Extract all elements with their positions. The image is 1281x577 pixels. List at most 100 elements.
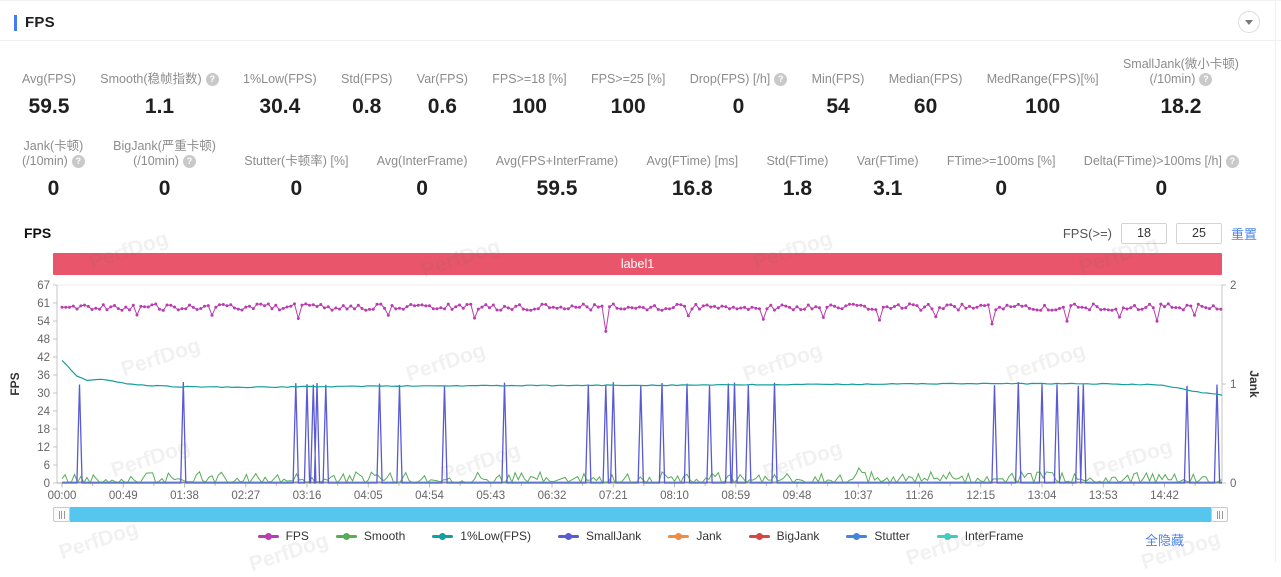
legend-item-smalljank[interactable]: SmallJank [558,529,641,543]
stat-value: 60 [914,95,937,119]
stat-label-text: 1%Low(FPS) [243,72,317,87]
hide-all-link[interactable]: 全隐藏 [1145,530,1184,549]
stat-label: Avg(FTime) [ms] [646,154,738,169]
series-smalljank [62,382,1222,483]
legend-item-interframe[interactable]: InterFrame [937,529,1024,543]
fps-data-point [1002,308,1005,311]
fps-data-point [1073,303,1076,306]
fps-data-point [496,309,499,312]
legend-item-bigjank[interactable]: BigJank [749,529,820,543]
fps-data-point [593,303,596,306]
fps-data-point [109,305,112,308]
fps-data-point [556,307,559,310]
fps-data-point [91,308,94,311]
fps-data-point [529,309,532,312]
fps-data-point [1043,304,1046,307]
fps-data-point [166,304,169,307]
fps-data-point [1148,303,1151,306]
stat-metric: 1%Low(FPS)30.4 [243,72,317,119]
fps-data-point [882,306,885,309]
y-tick-label: 24 [37,406,50,418]
fps-data-point [364,309,367,312]
fps-data-point [653,304,656,307]
fps-data-point [998,306,1001,309]
fps-data-point [1111,309,1114,312]
scrollbar-track[interactable] [70,507,1211,522]
threshold-high-input[interactable] [1176,223,1222,244]
fps-data-point [158,308,161,311]
help-icon[interactable]: ? [183,155,196,168]
stat-value: 18.2 [1161,95,1202,119]
scrollbar-right-handle[interactable] [1211,507,1228,522]
help-icon[interactable]: ? [72,155,85,168]
help-icon[interactable]: ? [1226,155,1239,168]
stat-value: 1.8 [783,177,812,201]
fps-data-point [979,304,982,307]
fps-chart-svg[interactable]: 6761544842363024181260FPS210Jank00:0000:… [0,278,1281,505]
legend-item-1-low-fps-[interactable]: 1%Low(FPS) [432,529,531,543]
fps-data-point [237,308,240,311]
fps-data-point [368,308,371,311]
fps-data-point [72,305,75,308]
fps-data-point [132,304,135,307]
fps-data-point [826,306,829,309]
fps-data-point [94,307,97,310]
fps-data-point [248,305,251,308]
stat-label-text: Var(FPS) [417,72,468,87]
legend-item-jank[interactable]: Jank [668,529,721,543]
fps-data-point [1159,303,1162,306]
fps-data-point [64,306,67,309]
fps-data-point [357,304,360,307]
fps-data-point [323,306,326,309]
fps-data-point [413,304,416,307]
fps-data-point [856,304,859,307]
stat-value: 100 [512,95,547,119]
fps-data-point [863,305,866,308]
help-icon[interactable]: ? [1199,73,1212,86]
fps-data-point [312,303,315,306]
threshold-low-input[interactable] [1121,223,1167,244]
y-tick-label: 1 [1230,379,1236,391]
fps-data-point [1186,304,1189,307]
fps-data-point [1171,306,1174,309]
fps-data-point [623,308,626,311]
fps-data-point [147,306,150,309]
chart-legend: FPS Smooth 1%Low(FPS) SmallJank Jank BigJank S… [0,529,1281,543]
fps-data-point [1182,308,1185,311]
stat-metric: Std(FPS)0.8 [341,72,392,119]
fps-data-point [1122,306,1125,309]
stat-metric: Median(FPS)60 [889,72,963,119]
fps-data-point [1058,307,1061,310]
scrollbar-left-handle[interactable] [53,507,70,522]
reset-link[interactable]: 重置 [1231,224,1257,243]
stat-label-text: Delta(FTime)>100ms [/h] [1084,154,1222,169]
legend-item-stutter[interactable]: Stutter [846,529,909,543]
legend-item-fps[interactable]: FPS [258,529,309,543]
fps-data-point [938,306,941,309]
collapse-button[interactable] [1238,11,1260,33]
legend-item-smooth[interactable]: Smooth [336,529,405,543]
y-tick-label: 0 [1230,478,1236,490]
fps-data-point [841,307,844,310]
help-icon[interactable]: ? [206,73,219,86]
fps-data-point [1036,309,1039,312]
x-tick-label: 01:38 [170,490,199,502]
panel-header: FPS [0,1,1281,40]
fps-data-point [934,315,937,318]
fps-data-point [664,307,667,310]
stat-label: SmallJank(微小卡顿)(/10min)? [1123,57,1239,87]
fps-data-point [203,305,206,308]
fps-data-point [143,305,146,308]
help-icon[interactable]: ? [774,73,787,86]
fps-data-point [1126,308,1129,311]
legend-label: FPS [286,529,309,543]
fps-data-point [1152,306,1155,309]
legend-marker [937,535,958,538]
fps-data-point [987,303,990,306]
fps-data-point [454,305,457,308]
fps-data-point [226,304,229,307]
x-tick-label: 06:32 [538,490,567,502]
fps-data-point [949,303,952,306]
fps-data-point [946,304,949,307]
legend-marker [336,535,357,538]
